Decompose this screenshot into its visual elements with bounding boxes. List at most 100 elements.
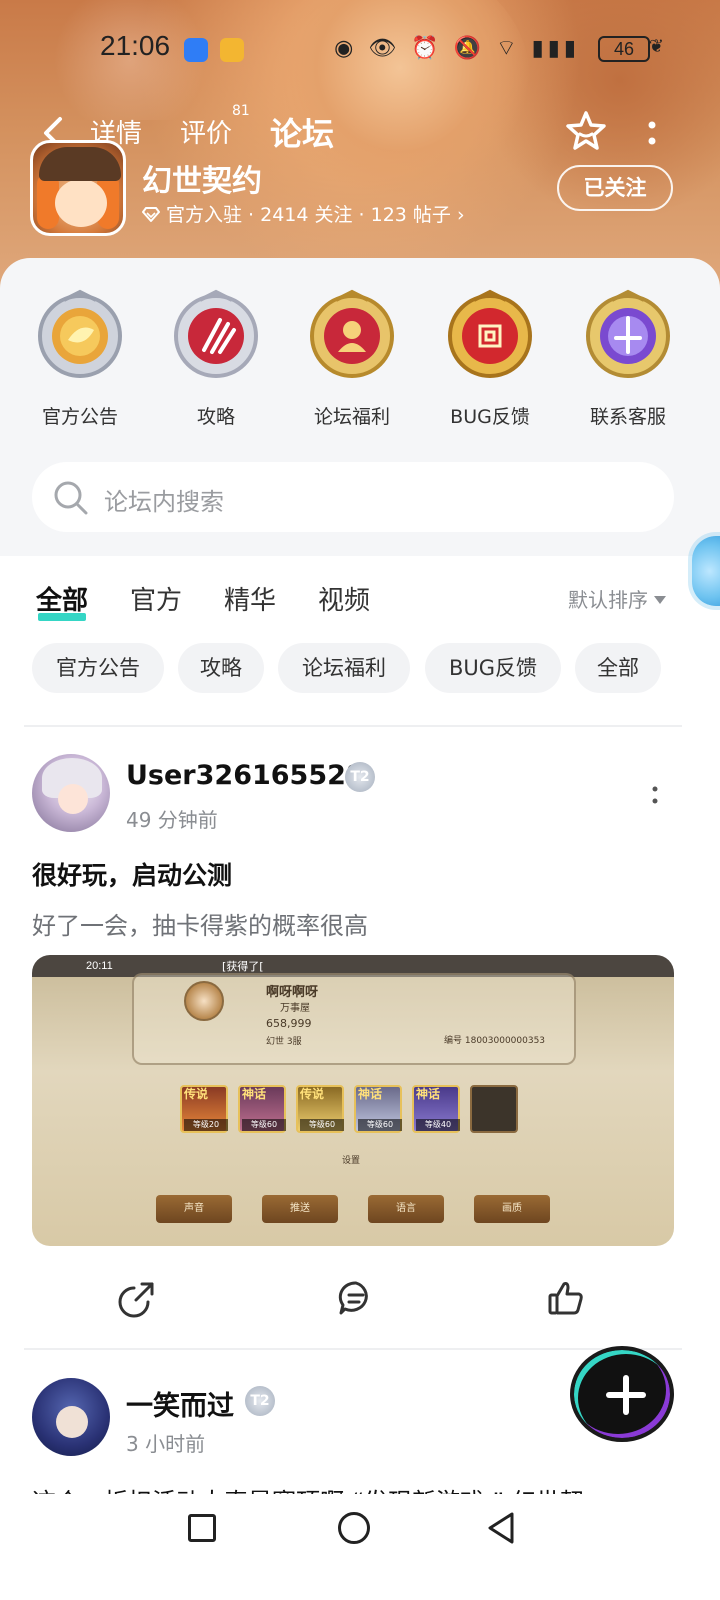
search-placeholder: 论坛内搜索 <box>104 488 224 516</box>
screenshot-player-name: 啊呀啊呀 <box>266 985 319 1000</box>
topic-chips: 官方公告 攻略 论坛福利 BUG反馈 全部 <box>32 643 692 695</box>
post-title-peek[interactable]: 这个一折扣活动太真是赛顶啊 “发现新游戏 ” 幻世契 <box>32 1482 672 1494</box>
forum-search-box[interactable]: 论坛内搜索 <box>32 462 674 532</box>
chip-guide[interactable]: 攻略 <box>178 643 264 693</box>
screenshot-power: 658,999 <box>266 1017 312 1030</box>
tab-review-label: 评价 <box>180 119 233 149</box>
game-header: 21:06 ◉ 👁 ⏰ 🔕 ⌔ ▮▮▮ 46 ❦ 详情 评价 81 论坛 幻世契… <box>0 0 720 300</box>
user-level-badge: T2 <box>345 762 375 792</box>
category-bug-report[interactable]: BUG反馈 <box>430 288 550 429</box>
screenshot-hero-card: 神话 等级60 <box>238 1085 286 1133</box>
more-vertical-icon[interactable] <box>642 113 662 153</box>
announcement-medal-icon <box>38 289 122 378</box>
system-nav-bar <box>0 1494 720 1600</box>
hero-tag: 传说 <box>184 1087 209 1101</box>
avatar[interactable] <box>32 754 110 832</box>
category-label: 官方公告 <box>41 406 118 428</box>
caret-down-icon <box>654 596 666 604</box>
welfare-medal-icon <box>310 289 394 378</box>
mail-app-icon <box>220 38 244 62</box>
avatar[interactable] <box>32 1378 110 1456</box>
category-guide[interactable]: 攻略 <box>156 288 276 429</box>
share-icon[interactable] <box>118 1278 158 1318</box>
hero-level: 等级60 <box>242 1119 286 1131</box>
screenshot-button: 推送 <box>262 1195 338 1223</box>
filter-tab-video[interactable]: 视频 <box>318 580 370 617</box>
filter-tab-all[interactable]: 全部 <box>36 580 89 621</box>
category-label: 攻略 <box>196 406 235 428</box>
screenshot-hero-slot-empty <box>470 1085 518 1133</box>
screenshot-time: 20:11 <box>86 960 113 972</box>
avatar-face <box>56 1406 88 1438</box>
sort-dropdown[interactable]: 默认排序 <box>568 584 666 613</box>
screenshot-hero-card: 神话 等级60 <box>354 1085 402 1133</box>
create-post-button[interactable] <box>570 1346 674 1442</box>
filter-tab-featured[interactable]: 精华 <box>224 580 276 617</box>
hero-level: 等级40 <box>416 1119 460 1131</box>
screenshot-settings-label: 设置 <box>342 1156 361 1166</box>
post-time: 49 分钟前 <box>126 808 218 832</box>
post-filter-tabs: 全部 官方 精华 视频 默认排序 <box>0 566 720 626</box>
category-label: 联系客服 <box>589 406 666 428</box>
post-username[interactable]: User326165528 <box>126 760 365 791</box>
post-body[interactable]: 好了一会，抽卡得紫的概率很高 <box>32 906 368 941</box>
hero-tag: 传说 <box>300 1087 325 1101</box>
bug-medal-icon <box>448 289 532 378</box>
hero-level: 等级20 <box>184 1119 228 1131</box>
avatar-face <box>58 784 88 814</box>
back-triangle-icon[interactable] <box>486 1510 516 1546</box>
screenshot-hero-card: 传说 等级60 <box>296 1085 344 1133</box>
hero-level: 等级60 <box>358 1119 402 1131</box>
game-meta[interactable]: 官方入驻 · 2414 关注 · 123 帖子 › <box>142 200 465 227</box>
home-icon[interactable] <box>338 1512 370 1544</box>
screenshot-realm: 幻世 3服 <box>266 1037 302 1047</box>
logo-face <box>55 179 107 227</box>
chip-official-announcement[interactable]: 官方公告 <box>32 643 164 693</box>
post-more-icon[interactable] <box>650 784 660 806</box>
hero-tag: 神话 <box>242 1087 267 1101</box>
post-title[interactable]: 很好玩，启动公测 <box>32 856 232 892</box>
tab-review[interactable]: 评价 81 <box>180 103 250 150</box>
category-sheet: 官方公告 攻略 论坛福利 BUG反馈 联系客服 论坛内搜索 <box>0 258 720 556</box>
divider <box>24 1348 682 1350</box>
hero-level: 等级60 <box>300 1119 344 1131</box>
follow-button[interactable]: 已关注 <box>557 165 673 211</box>
category-customer-service[interactable]: 联系客服 <box>568 288 688 429</box>
post-username[interactable]: 一笑而过 <box>126 1384 234 1423</box>
screenshot-button: 语言 <box>368 1195 444 1223</box>
post-time: 3 小时前 <box>126 1432 206 1456</box>
shield-app-icon <box>184 38 208 62</box>
screenshot-guild: 万事屋 <box>280 1003 310 1014</box>
like-thumb-icon[interactable] <box>546 1278 586 1318</box>
screenshot-hero-card: 传说 等级20 <box>180 1085 228 1133</box>
screenshot-player-id: 编号 18003000000353 <box>444 1036 546 1046</box>
logo-hat <box>39 147 121 181</box>
post-image[interactable]: 20:11 [获得了[ 啊呀啊呀 万事屋 658,999 幻世 3服 编号 18… <box>32 955 674 1246</box>
category-official-announcement[interactable]: 官方公告 <box>20 288 140 429</box>
recent-apps-icon[interactable] <box>188 1514 216 1542</box>
tab-forum-label: 论坛 <box>270 115 335 153</box>
game-logo <box>30 140 126 236</box>
screenshot-button: 画质 <box>474 1195 550 1223</box>
user-level-badge: T2 <box>245 1386 275 1416</box>
screenshot-button: 声音 <box>156 1195 232 1223</box>
plus-icon <box>623 1375 629 1415</box>
favorite-star-icon[interactable] <box>564 109 608 153</box>
leaf-icon: ❦ <box>648 36 664 57</box>
status-time: 21:06 <box>100 30 171 61</box>
screenshot-message: [获得了[ <box>222 960 264 973</box>
chip-bug-report[interactable]: BUG反馈 <box>425 643 561 693</box>
comment-icon[interactable] <box>336 1278 376 1318</box>
divider <box>24 725 682 727</box>
chip-all[interactable]: 全部 <box>575 643 661 693</box>
category-label: BUG反馈 <box>450 406 530 428</box>
screenshot-hero-card: 神话 等级40 <box>412 1085 460 1133</box>
tab-forum[interactable]: 论坛 <box>270 109 335 155</box>
chevron-right-icon: › <box>450 204 465 226</box>
filter-tab-label: 全部 <box>36 586 89 616</box>
category-forum-welfare[interactable]: 论坛福利 <box>292 288 412 429</box>
chip-forum-welfare[interactable]: 论坛福利 <box>278 643 410 693</box>
filter-tab-official[interactable]: 官方 <box>130 580 182 617</box>
game-name: 幻世契约 <box>142 164 262 199</box>
review-count: 81 <box>232 103 250 119</box>
